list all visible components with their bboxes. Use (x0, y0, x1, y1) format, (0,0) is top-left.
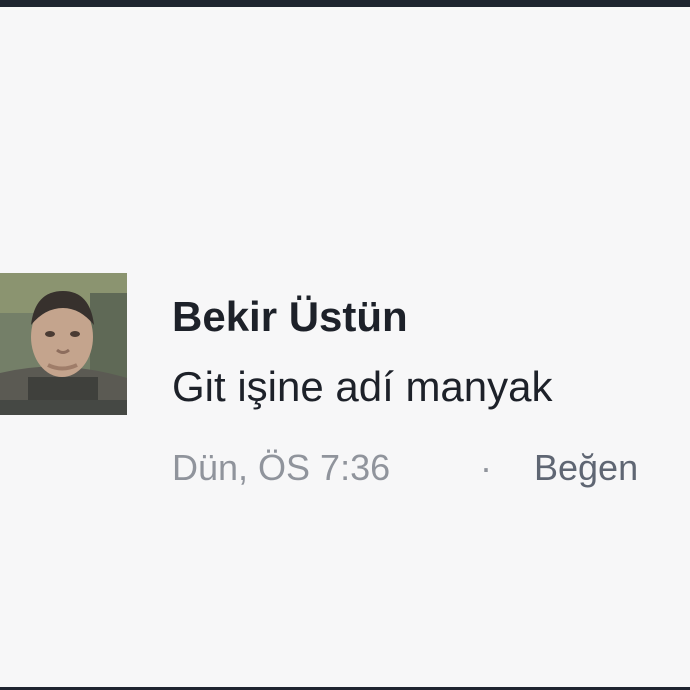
comment-text: Git işine adí manyak (172, 363, 553, 410)
top-border (0, 0, 690, 7)
avatar[interactable] (0, 273, 127, 415)
meta-separator-dot: · (480, 447, 492, 488)
comment-author-name[interactable]: Bekir Üstün (172, 292, 408, 342)
comment-timestamp: Dün, ÖS 7:36 (172, 447, 391, 488)
profile-photo-image (0, 273, 127, 415)
like-button[interactable]: Beğen (534, 446, 638, 490)
comment: Bekir Üstün Git işine adí manyak Dün, ÖS… (0, 270, 690, 500)
